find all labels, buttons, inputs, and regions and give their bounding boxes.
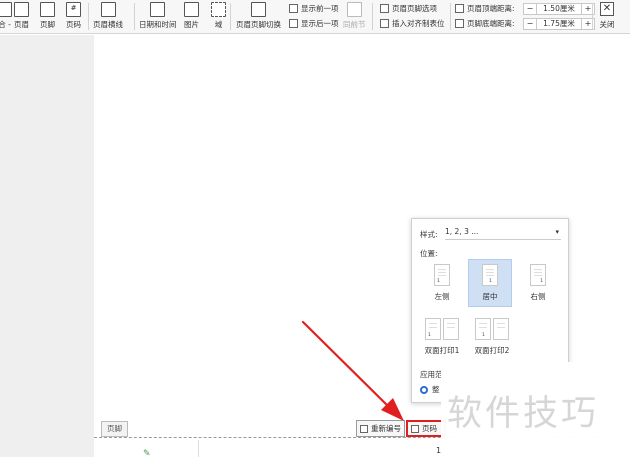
arrow-shaft xyxy=(301,320,394,412)
annotation-arrow xyxy=(301,320,404,421)
